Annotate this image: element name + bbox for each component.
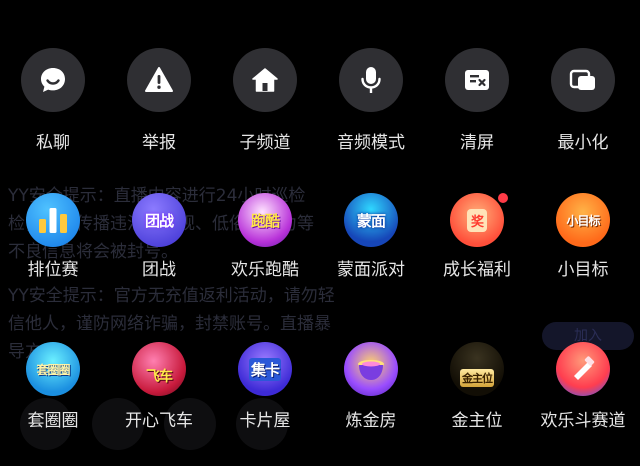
game-racing[interactable]: 飞车 开心飞车: [106, 342, 212, 431]
app-badge-text: 奖: [466, 208, 487, 232]
ring-toss-icon: 套圈圈: [26, 342, 80, 396]
warning-icon: [127, 48, 191, 112]
app-badge-text: 蒙面: [356, 211, 386, 230]
ranking-bars-icon: [26, 193, 80, 247]
racing-car-icon: 飞车: [132, 342, 186, 396]
game-label: 开心飞车: [125, 411, 193, 431]
team-battle-icon: 团战: [132, 193, 186, 247]
golden-throne-icon: 金主位: [450, 342, 504, 396]
battle-track-icon: [556, 342, 610, 396]
game-small-goal[interactable]: 小目标 小目标: [530, 193, 636, 280]
bg-chat-line: YY安全提示：官方无充值返利活动，请勿轻: [8, 286, 335, 306]
game-card-house[interactable]: 集卡 卡片屋: [212, 342, 318, 431]
app-badge-text: 跑酷: [250, 211, 280, 230]
alchemy-cauldron-icon: [344, 342, 398, 396]
tool-label: 子频道: [239, 133, 291, 153]
app-badge-text: 小目标: [566, 213, 600, 228]
minimize-windows-icon: [551, 48, 615, 112]
microphone-icon: [339, 48, 403, 112]
app-badge-text: 集卡: [248, 357, 281, 381]
game-ranking[interactable]: 排位赛: [0, 193, 106, 280]
parkour-icon: 跑酷: [238, 193, 292, 247]
app-badge-text: 飞车: [146, 369, 173, 385]
bg-chat-line: 信他人，谨防网络诈骗，封禁账号。直播暴: [8, 314, 331, 334]
card-house-icon: 集卡: [238, 342, 292, 396]
notification-dot: [498, 193, 508, 203]
game-team-battle[interactable]: 团战 团战: [106, 193, 212, 280]
tool-private-chat[interactable]: 私聊: [0, 48, 106, 153]
game-label: 套圈圈: [27, 411, 79, 431]
tool-label: 举报: [142, 133, 176, 153]
app-badge-text: 团战: [144, 211, 174, 230]
small-goal-icon: 小目标: [556, 193, 610, 247]
game-label: 团战: [142, 260, 176, 280]
game-label: 卡片屋: [239, 411, 291, 431]
game-label: 欢乐斗赛道: [540, 411, 626, 431]
game-golden-throne[interactable]: 金主位 金主位: [424, 342, 530, 431]
game-label: 排位赛: [27, 260, 79, 280]
masked-party-icon: 蒙面: [344, 193, 398, 247]
tool-label: 最小化: [557, 133, 609, 153]
game-label: 小目标: [557, 260, 609, 280]
game-ring-toss[interactable]: 套圈圈 套圈圈: [0, 342, 106, 431]
app-badge-text: 套圈圈: [36, 362, 70, 377]
game-label: 欢乐跑酷: [231, 260, 299, 280]
game-masked-party[interactable]: 蒙面 蒙面派对: [318, 193, 424, 280]
home-icon: [233, 48, 297, 112]
game-label: 炼金房: [345, 411, 397, 431]
tool-label: 清屏: [460, 133, 494, 153]
tool-minimize[interactable]: 最小化: [530, 48, 636, 153]
app-badge-text: 金主位: [460, 369, 494, 387]
growth-reward-icon: 奖: [450, 193, 508, 247]
game-label: 成长福利: [443, 260, 511, 280]
clear-screen-icon: [445, 48, 509, 112]
game-label: 金主位: [451, 411, 503, 431]
game-growth-reward[interactable]: 奖 成长福利: [424, 193, 530, 280]
game-parkour[interactable]: 跑酷 欢乐跑酷: [212, 193, 318, 280]
tool-label: 音频模式: [337, 133, 405, 153]
tool-sub-channel[interactable]: 子频道: [212, 48, 318, 153]
game-label: 蒙面派对: [337, 260, 405, 280]
tool-label: 私聊: [36, 133, 70, 153]
tool-audio-mode[interactable]: 音频模式: [318, 48, 424, 153]
chat-smile-icon: [21, 48, 85, 112]
tool-report[interactable]: 举报: [106, 48, 212, 153]
game-battle-track[interactable]: 欢乐斗赛道: [530, 342, 636, 431]
game-alchemy[interactable]: 炼金房: [318, 342, 424, 431]
tool-clear-screen[interactable]: 清屏: [424, 48, 530, 153]
